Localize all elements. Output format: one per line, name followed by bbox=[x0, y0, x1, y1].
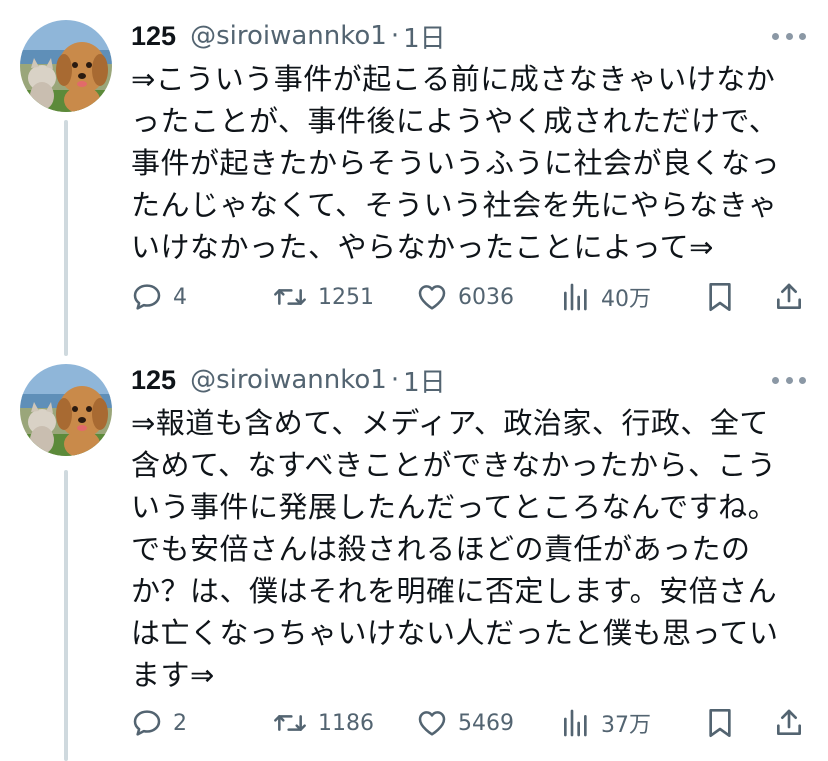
user-handle[interactable]: @siroiwannko1 bbox=[190, 365, 387, 395]
timestamp[interactable]: 1日 bbox=[403, 362, 446, 399]
timestamp[interactable]: 1日 bbox=[403, 18, 446, 55]
tweet-text: ⇒こういう事件が起こる前に成さなきゃいけなか ったことが、事件後にようやく成され… bbox=[131, 62, 781, 264]
dog-and-cat-photo-avatar bbox=[20, 20, 112, 112]
like-button[interactable]: 5469 bbox=[416, 703, 514, 743]
share-button[interactable] bbox=[773, 703, 805, 743]
bookmark-button[interactable] bbox=[705, 703, 735, 743]
reply-icon bbox=[133, 710, 161, 736]
reply-count: 2 bbox=[173, 710, 187, 736]
reply-icon bbox=[133, 284, 161, 310]
more-options-icon[interactable] bbox=[772, 368, 806, 392]
separator-dot: · bbox=[390, 21, 400, 51]
views-button[interactable]: 37万 bbox=[561, 703, 651, 743]
repost-icon bbox=[274, 289, 306, 305]
separator-dot: · bbox=[390, 365, 400, 395]
user-handle[interactable]: @siroiwannko1 bbox=[190, 21, 387, 51]
avatar[interactable] bbox=[20, 364, 112, 456]
repost-button[interactable]: 1186 bbox=[272, 703, 374, 743]
views-icon bbox=[564, 709, 587, 737]
share-icon bbox=[777, 709, 801, 735]
display-name[interactable]: 125 bbox=[131, 21, 176, 52]
repost-icon bbox=[274, 715, 306, 731]
dog-and-cat-photo-avatar bbox=[20, 364, 112, 456]
tweet-text: ⇒報道も含めて、メディア、政治家、行政、全て 含めて、なすべきことができなかった… bbox=[131, 406, 779, 692]
bookmark-icon bbox=[709, 283, 731, 311]
like-count: 6036 bbox=[458, 284, 514, 310]
tweet-header: 125 @siroiwannko1 · 1日 bbox=[131, 16, 446, 56]
action-bar: 2 1186 5469 37万 bbox=[131, 703, 811, 743]
share-icon bbox=[777, 283, 801, 309]
view-count: 40万 bbox=[601, 287, 651, 312]
more-options-icon[interactable] bbox=[772, 24, 806, 48]
heart-icon bbox=[418, 285, 446, 310]
tweet-2[interactable]: 125 @siroiwannko1 · 1日 ⇒報道も含めて、メディア、政治家、… bbox=[0, 350, 828, 761]
action-bar: 4 1251 6036 40万 bbox=[131, 277, 811, 317]
repost-count: 1186 bbox=[318, 710, 374, 736]
reply-button[interactable]: 2 bbox=[131, 703, 187, 743]
views-icon bbox=[564, 283, 587, 311]
repost-button[interactable]: 1251 bbox=[272, 277, 374, 317]
like-button[interactable]: 6036 bbox=[416, 277, 514, 317]
share-button[interactable] bbox=[773, 277, 805, 317]
like-count: 5469 bbox=[458, 710, 514, 736]
heart-icon bbox=[418, 711, 446, 736]
display-name[interactable]: 125 bbox=[131, 365, 176, 396]
tweet-1[interactable]: 125 @siroiwannko1 · 1日 ⇒こういう事件が起こる前に成さなき… bbox=[0, 0, 828, 340]
reply-count: 4 bbox=[173, 284, 187, 310]
view-count: 37万 bbox=[601, 713, 651, 738]
repost-count: 1251 bbox=[318, 284, 374, 310]
views-button[interactable]: 40万 bbox=[561, 277, 651, 317]
bookmark-button[interactable] bbox=[705, 277, 735, 317]
tweet-header: 125 @siroiwannko1 · 1日 bbox=[131, 360, 446, 400]
bookmark-icon bbox=[709, 709, 731, 737]
avatar[interactable] bbox=[20, 20, 112, 112]
reply-button[interactable]: 4 bbox=[131, 277, 187, 317]
